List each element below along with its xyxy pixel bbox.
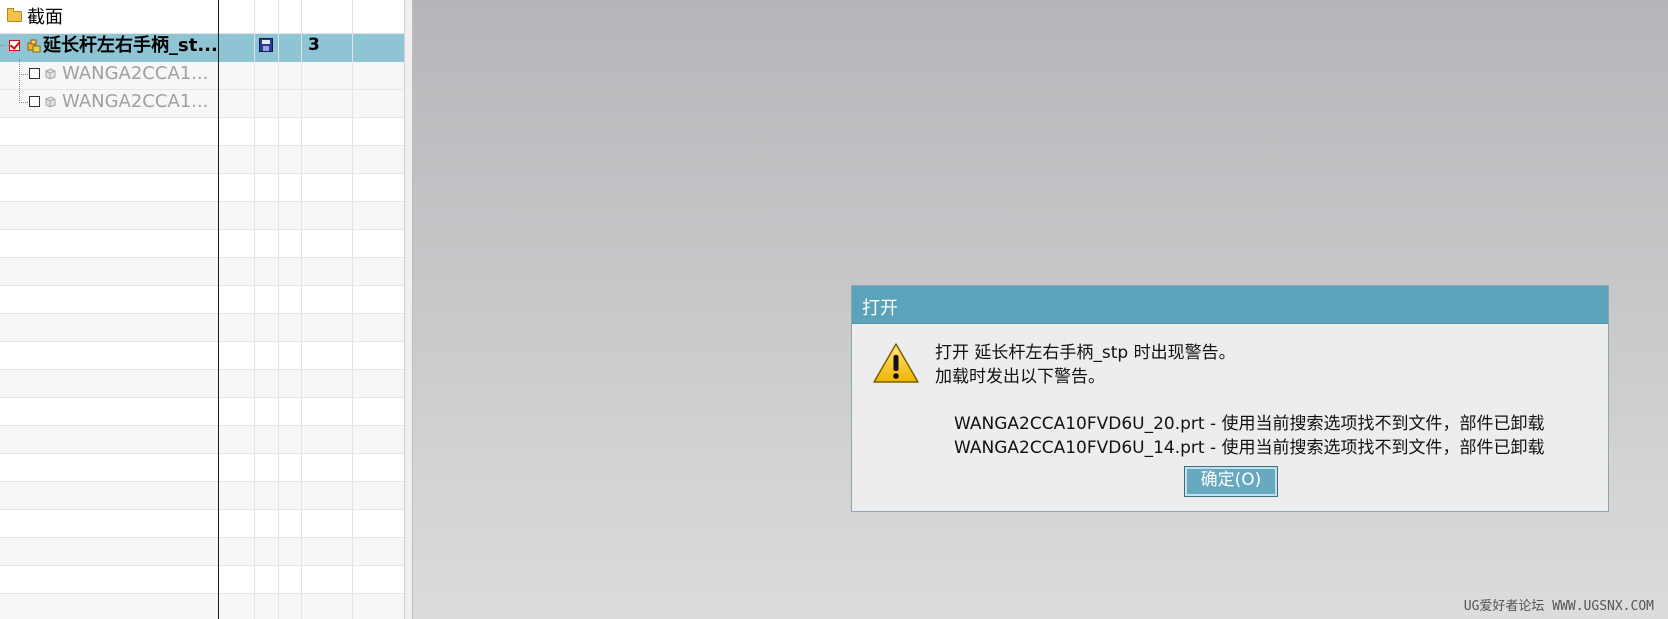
dialog-title: 打开	[862, 298, 898, 319]
part-unloaded-icon	[45, 68, 56, 80]
tree-row-empty	[0, 342, 404, 370]
tree-row-empty	[0, 426, 404, 454]
dialog-message-line-2: 加载时发出以下警告。	[935, 367, 1105, 387]
watermark-text: UG爱好者论坛 WWW.UGSNX.COM	[1463, 599, 1654, 614]
tree-row-empty	[0, 258, 404, 286]
panel-splitter[interactable]	[404, 0, 413, 619]
root-visibility-checkbox[interactable]	[9, 40, 20, 51]
tree-row-empty	[0, 566, 404, 594]
dialog-titlebar[interactable]: 打开	[852, 286, 1608, 324]
column-divider[interactable]	[352, 0, 353, 619]
tree-row-empty	[0, 314, 404, 342]
folder-icon	[7, 8, 22, 22]
child-part-label[interactable]: WANGA2CCA1...	[62, 64, 208, 84]
tree-row-empty	[0, 230, 404, 258]
dialog-body: 打开 延长杆左右手柄_stp 时出现警告。 加载时发出以下警告。 WANGA2C…	[852, 323, 1608, 511]
tree-connector	[0, 45, 5, 46]
tree-row-empty	[0, 510, 404, 538]
tree-row-empty	[0, 118, 404, 146]
child-part-label[interactable]: WANGA2CCA1...	[62, 92, 208, 112]
component-count: 3	[308, 35, 320, 55]
tree-connector	[19, 59, 20, 103]
part-navigator-tree: 截面 延长杆左右手柄_st... 3 WANGA2CCA1... WANGA2C…	[0, 0, 404, 619]
tree-row-empty	[0, 286, 404, 314]
tree-row-empty	[0, 146, 404, 174]
child-2-visibility-checkbox[interactable]	[29, 96, 40, 107]
dialog-warning-line: WANGA2CCA10FVD6U_14.prt - 使用当前搜索选项找不到文件，…	[954, 438, 1545, 458]
tree-connector	[19, 74, 28, 75]
tree-row-empty	[0, 538, 404, 566]
part-unloaded-icon	[45, 96, 56, 108]
tree-row-empty	[0, 482, 404, 510]
dialog-warning-line: WANGA2CCA10FVD6U_20.prt - 使用当前搜索选项找不到文件，…	[954, 414, 1545, 434]
tree-row-empty	[0, 202, 404, 230]
open-warning-dialog: 打开 打开 延长杆左右手柄_stp 时出现警告。 加载时发出以下警告。 WANG…	[851, 285, 1609, 512]
dialog-message-line-1: 打开 延长杆左右手柄_stp 时出现警告。	[935, 343, 1236, 363]
tree-row-empty	[0, 594, 404, 619]
assembly-icon	[27, 39, 41, 53]
child-1-visibility-checkbox[interactable]	[29, 68, 40, 79]
warning-icon	[873, 343, 919, 383]
column-divider[interactable]	[301, 0, 302, 619]
tree-connector	[19, 102, 28, 103]
root-assembly-label[interactable]: 延长杆左右手柄_st...	[43, 36, 218, 56]
column-divider[interactable]	[218, 0, 219, 619]
tree-row-empty	[0, 174, 404, 202]
tree-row-empty	[0, 454, 404, 482]
column-divider[interactable]	[278, 0, 279, 619]
column-divider[interactable]	[254, 0, 255, 619]
save-status-icon	[259, 38, 273, 52]
tree-row-empty	[0, 398, 404, 426]
ok-button[interactable]: 确定(O)	[1184, 466, 1278, 497]
tree-row-empty	[0, 370, 404, 398]
section-label: 截面	[27, 7, 63, 28]
